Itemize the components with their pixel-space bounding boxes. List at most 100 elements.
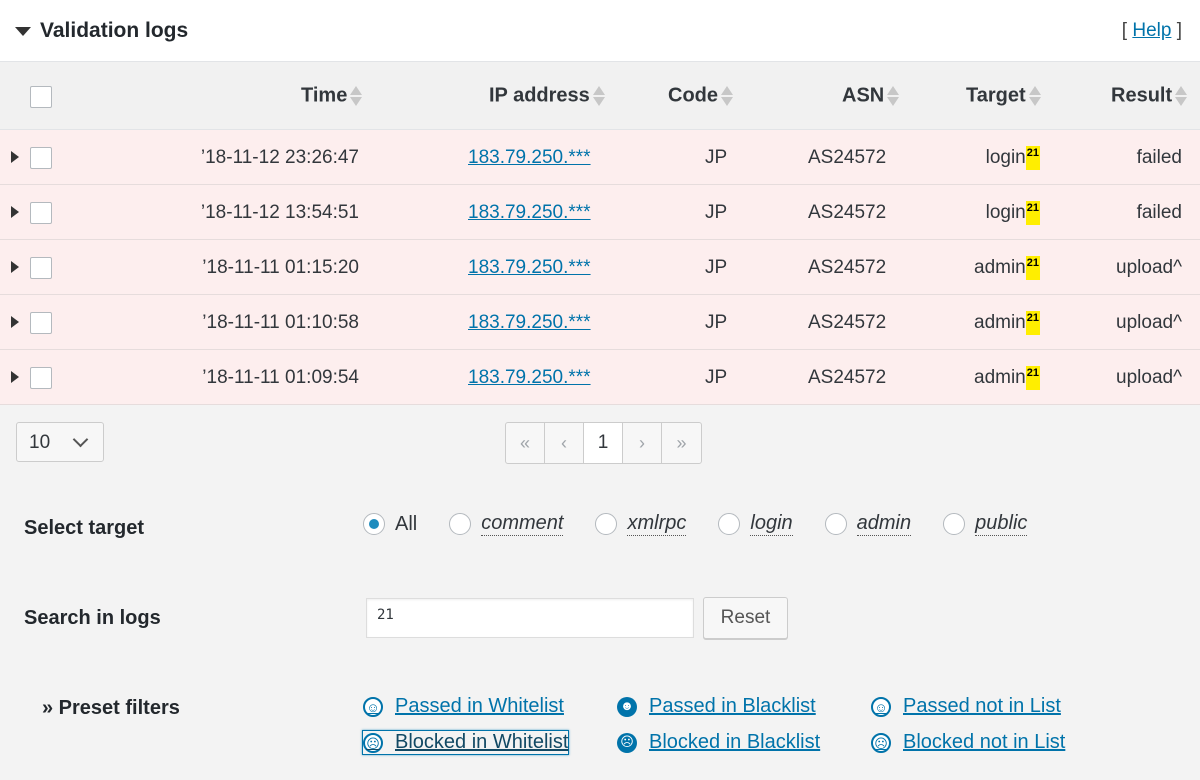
cell-ip-link[interactable]: 183.79.250.*** — [468, 202, 591, 224]
radio-admin[interactable]: admin — [824, 512, 912, 536]
row-checkbox[interactable] — [30, 147, 52, 169]
count-badge: 21 — [1025, 366, 1040, 390]
cell-target: login21 — [985, 201, 1040, 225]
cell-ip-link[interactable]: 183.79.250.*** — [468, 312, 591, 334]
pagination: « ‹ 1 › » — [505, 422, 702, 464]
radio-button[interactable] — [718, 513, 741, 535]
table-row[interactable]: ’18-11-11 01:09:54 183.79.250.*** JP AS2… — [0, 350, 1200, 405]
search-label: Search in logs — [24, 607, 161, 629]
cell-result: upload^ — [1116, 312, 1182, 333]
frown-outline-icon: ☹ — [363, 732, 383, 753]
reset-button[interactable]: Reset — [703, 597, 788, 639]
count-badge: 21 — [1025, 201, 1040, 225]
search-input[interactable]: 21 — [366, 598, 694, 638]
cell-code: JP — [705, 257, 728, 278]
sort-icon[interactable] — [592, 84, 605, 108]
table-row[interactable]: ’18-11-12 23:26:47 183.79.250.*** JP AS2… — [0, 130, 1200, 185]
cell-result: upload^ — [1116, 367, 1182, 388]
cell-ip-link[interactable]: 183.79.250.*** — [468, 257, 591, 279]
radio-button[interactable] — [595, 513, 618, 535]
table-row[interactable]: ’18-11-11 01:10:58 183.79.250.*** JP AS2… — [0, 295, 1200, 350]
cool-outline-icon: ☺ — [871, 696, 891, 717]
expand-arrow-icon[interactable] — [11, 316, 19, 328]
expand-arrow-icon[interactable] — [11, 371, 19, 383]
sort-icon[interactable] — [721, 84, 733, 108]
column-code[interactable]: Code — [668, 84, 733, 108]
preset-passed-not-in-list[interactable]: ☺ Passed not in List — [871, 695, 1061, 718]
count-badge: 21 — [1025, 146, 1040, 170]
preset-blocked-in-whitelist[interactable]: ☹ Blocked in Whitelist — [362, 730, 570, 755]
radio-button[interactable] — [449, 513, 472, 535]
radio-button[interactable] — [943, 513, 966, 535]
column-time[interactable]: Time — [301, 84, 363, 108]
first-page-button[interactable]: « — [506, 423, 545, 463]
cell-ip-link[interactable]: 183.79.250.*** — [468, 367, 591, 389]
per-page-select[interactable]: 10 — [16, 422, 104, 462]
panel-title: Validation logs — [40, 19, 189, 42]
preset-passed-in-whitelist[interactable]: ☺ Passed in Whitelist — [363, 695, 564, 718]
row-checkbox[interactable] — [30, 367, 52, 389]
expand-arrow-icon[interactable] — [11, 151, 19, 163]
current-page-button[interactable]: 1 — [584, 423, 623, 463]
cell-target: admin21 — [974, 311, 1040, 335]
frown-solid-icon: ☹ — [617, 732, 637, 753]
cell-result: upload^ — [1116, 257, 1182, 278]
column-asn[interactable]: ASN — [842, 84, 900, 108]
cell-time: ’18-11-11 01:10:58 — [202, 312, 359, 333]
collapse-arrow-icon[interactable] — [15, 27, 31, 36]
prev-page-button[interactable]: ‹ — [545, 423, 584, 463]
target-radio-group: All comment xmlrpc login admin public — [363, 512, 1059, 536]
cell-result: failed — [1136, 202, 1182, 223]
cell-time: ’18-11-12 13:54:51 — [200, 202, 359, 223]
cell-result: failed — [1136, 147, 1182, 168]
cell-code: JP — [705, 312, 728, 333]
expand-arrow-icon[interactable] — [11, 261, 19, 273]
cell-ip-link[interactable]: 183.79.250.*** — [468, 147, 591, 169]
grin-solid-icon: ☻ — [617, 696, 637, 717]
cell-target: admin21 — [974, 256, 1040, 280]
select-all-checkbox[interactable] — [30, 86, 52, 108]
radio-all[interactable]: All — [363, 513, 417, 536]
select-target-label: Select target — [24, 517, 145, 539]
smile-outline-icon: ☺ — [363, 696, 383, 717]
radio-login[interactable]: login — [718, 512, 793, 536]
table-row[interactable]: ’18-11-12 13:54:51 183.79.250.*** JP AS2… — [0, 185, 1200, 240]
table-header: Time IP address Code ASN Target Result — [0, 62, 1200, 130]
preset-blocked-not-in-list[interactable]: ☹ Blocked not in List — [871, 731, 1065, 754]
cell-time: ’18-11-12 23:26:47 — [200, 147, 359, 168]
sort-icon[interactable] — [887, 84, 900, 108]
next-page-button[interactable]: › — [623, 423, 662, 463]
cell-time: ’18-11-11 01:15:20 — [202, 257, 359, 278]
cell-asn: AS24572 — [808, 257, 887, 278]
column-target[interactable]: Target — [966, 84, 1041, 108]
expand-arrow-icon[interactable] — [11, 206, 19, 218]
radio-public[interactable]: public — [943, 512, 1028, 536]
cell-target: login21 — [985, 146, 1040, 170]
panel-header[interactable]: Validation logs [ Help ] — [0, 0, 1200, 62]
radio-comment[interactable]: comment — [449, 512, 564, 536]
preset-blocked-in-blacklist[interactable]: ☹ Blocked in Blacklist — [617, 731, 820, 754]
row-checkbox[interactable] — [30, 312, 52, 334]
sort-icon[interactable] — [1175, 84, 1188, 108]
validation-logs-panel: Validation logs [ Help ] Time IP address… — [0, 0, 1200, 780]
help-link[interactable]: Help — [1132, 20, 1171, 41]
cell-target: admin21 — [974, 366, 1040, 390]
cell-code: JP — [705, 367, 728, 388]
row-checkbox[interactable] — [30, 202, 52, 224]
radio-button[interactable] — [363, 513, 385, 535]
table-row[interactable]: ’18-11-11 01:15:20 183.79.250.*** JP AS2… — [0, 240, 1200, 295]
radio-xmlrpc[interactable]: xmlrpc — [595, 512, 687, 536]
row-checkbox[interactable] — [30, 257, 52, 279]
cell-asn: AS24572 — [808, 202, 887, 223]
preset-filters-label[interactable]: » Preset filters — [42, 697, 180, 720]
count-badge: 21 — [1025, 311, 1040, 335]
sort-icon[interactable] — [1028, 84, 1041, 108]
cell-asn: AS24572 — [808, 312, 887, 333]
sort-icon[interactable] — [350, 84, 363, 108]
column-result[interactable]: Result — [1111, 84, 1188, 108]
last-page-button[interactable]: » — [662, 423, 701, 463]
radio-button[interactable] — [824, 513, 847, 535]
column-ip-address[interactable]: IP address — [489, 84, 605, 108]
help-area: [ Help ] — [1121, 20, 1182, 41]
preset-passed-in-blacklist[interactable]: ☻ Passed in Blacklist — [617, 695, 816, 718]
